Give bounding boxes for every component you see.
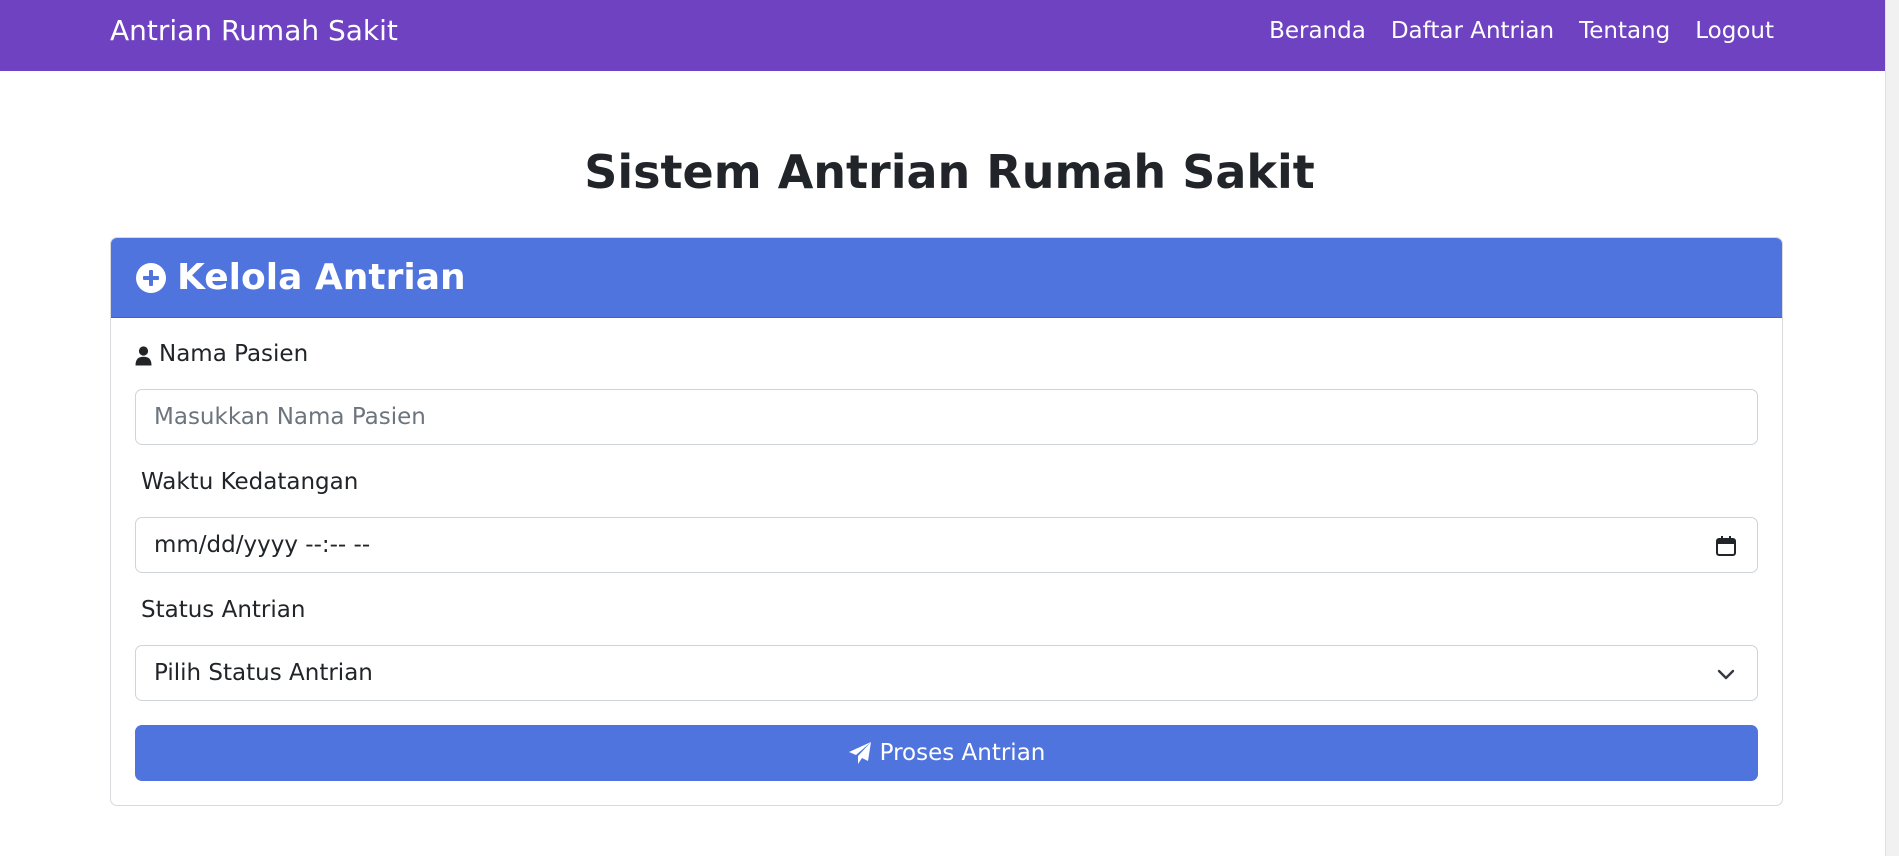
card-title: Kelola Antrian bbox=[177, 256, 466, 298]
chevron-down-icon bbox=[1715, 663, 1737, 685]
paper-plane-icon bbox=[848, 741, 872, 765]
time-label: Waktu Kedatangan bbox=[141, 469, 359, 495]
calendar-icon[interactable] bbox=[1715, 535, 1737, 557]
user-icon bbox=[135, 344, 152, 366]
page-title: Sistem Antrian Rumah Sakit bbox=[584, 145, 1315, 199]
name-label: Nama Pasien bbox=[135, 339, 308, 369]
arrival-time-value: mm/dd/yyyy --:-- -- bbox=[154, 532, 371, 558]
page-scrollbar[interactable] bbox=[1885, 0, 1899, 856]
nav-link-beranda[interactable]: Beranda bbox=[1269, 13, 1366, 49]
nav-links: Beranda Daftar Antrian Tentang Logout bbox=[1269, 13, 1774, 49]
patient-name-input[interactable] bbox=[135, 389, 1758, 445]
nav-link-daftar-antrian[interactable]: Daftar Antrian bbox=[1391, 13, 1554, 49]
nav-link-tentang[interactable]: Tentang bbox=[1579, 13, 1670, 49]
process-queue-label: Proses Antrian bbox=[879, 740, 1046, 766]
plus-circle-icon bbox=[135, 262, 167, 294]
nav-link-logout[interactable]: Logout bbox=[1695, 13, 1774, 49]
arrival-time-input[interactable]: mm/dd/yyyy --:-- -- bbox=[135, 517, 1758, 573]
navbar-brand[interactable]: Antrian Rumah Sakit bbox=[110, 13, 398, 49]
name-label-text: Nama Pasien bbox=[159, 341, 309, 367]
queue-form-card: Kelola Antrian Nama Pasien Waktu Kedatan… bbox=[110, 237, 1783, 806]
process-queue-button[interactable]: Proses Antrian bbox=[135, 725, 1758, 781]
status-label: Status Antrian bbox=[141, 597, 306, 623]
card-header: Kelola Antrian bbox=[111, 238, 1782, 318]
status-selected-value: Pilih Status Antrian bbox=[154, 660, 373, 686]
navbar: Antrian Rumah Sakit Beranda Daftar Antri… bbox=[0, 0, 1899, 71]
status-select[interactable]: Pilih Status Antrian bbox=[135, 645, 1758, 701]
